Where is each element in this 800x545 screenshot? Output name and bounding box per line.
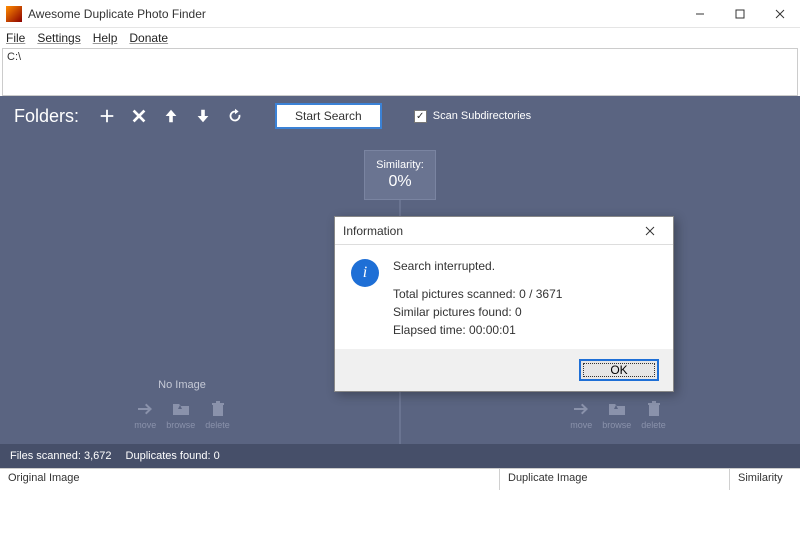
move-down-icon[interactable]: [193, 106, 213, 126]
dialog-titlebar: Information: [335, 217, 673, 245]
similarity-value: 0%: [388, 173, 411, 191]
menu-help[interactable]: Help: [93, 31, 118, 45]
folders-label: Folders:: [14, 106, 79, 127]
results-header: Original Image Duplicate Image Similarit…: [0, 468, 800, 490]
folder-path[interactable]: C:\: [7, 51, 793, 63]
browse-button[interactable]: browse: [602, 399, 631, 430]
refresh-icon[interactable]: [225, 106, 245, 126]
similarity-box: Similarity: 0%: [364, 150, 436, 200]
app-icon: [6, 6, 22, 22]
folder-list[interactable]: C:\: [2, 48, 798, 96]
add-folder-icon[interactable]: [97, 106, 117, 126]
move-button[interactable]: move: [134, 399, 156, 430]
checkbox-icon[interactable]: ✓: [414, 110, 427, 123]
no-image-label: No Image: [158, 379, 206, 391]
remove-folder-icon[interactable]: [129, 106, 149, 126]
maximize-button[interactable]: [720, 0, 760, 28]
dialog-title: Information: [343, 224, 403, 238]
dialog-stat-time: Elapsed time: 00:00:01: [393, 321, 562, 339]
status-bar: Files scanned: 3,672 Duplicates found: 0: [0, 444, 800, 468]
dialog-stat-scanned: Total pictures scanned: 0 / 3671: [393, 285, 562, 303]
titlebar: Awesome Duplicate Photo Finder: [0, 0, 800, 28]
results-body: [0, 490, 800, 545]
duplicates-found: Duplicates found: 0: [126, 450, 220, 462]
scan-subdirs-option[interactable]: ✓ Scan Subdirectories: [414, 110, 531, 123]
browse-button[interactable]: browse: [166, 399, 195, 430]
info-icon: i: [351, 259, 379, 287]
dialog-stat-found: Similar pictures found: 0: [393, 303, 562, 321]
close-button[interactable]: [760, 0, 800, 28]
menu-donate[interactable]: Donate: [129, 31, 168, 45]
files-scanned: Files scanned: 3,672: [10, 450, 112, 462]
col-duplicate[interactable]: Duplicate Image: [500, 469, 730, 490]
delete-button[interactable]: delete: [641, 399, 666, 430]
similarity-label: Similarity:: [376, 159, 424, 171]
minimize-button[interactable]: [680, 0, 720, 28]
scan-subdirs-label: Scan Subdirectories: [433, 110, 531, 122]
dialog-close-button[interactable]: [635, 226, 665, 236]
original-preview: No Image move browse delete: [0, 136, 364, 444]
col-similarity[interactable]: Similarity: [730, 469, 800, 490]
ok-button[interactable]: OK: [579, 359, 659, 381]
menubar: File Settings Help Donate: [0, 28, 800, 48]
info-dialog: Information i Search interrupted. Total …: [334, 216, 674, 392]
start-search-button[interactable]: Start Search: [275, 103, 382, 129]
menu-file[interactable]: File: [6, 31, 25, 45]
folders-toolbar: Folders: Start Search ✓ Scan Subdirector…: [0, 96, 800, 136]
col-original[interactable]: Original Image: [0, 469, 500, 490]
menu-settings[interactable]: Settings: [37, 31, 80, 45]
move-button[interactable]: move: [570, 399, 592, 430]
window-title: Awesome Duplicate Photo Finder: [28, 7, 680, 21]
delete-button[interactable]: delete: [205, 399, 230, 430]
move-up-icon[interactable]: [161, 106, 181, 126]
dialog-headline: Search interrupted.: [393, 259, 562, 273]
